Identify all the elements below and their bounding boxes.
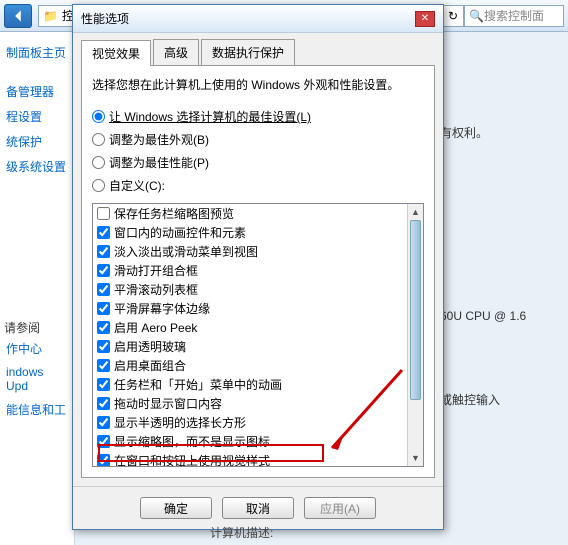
checklist-label: 启用 Aero Peek: [114, 319, 197, 336]
checklist-label: 保存任务栏缩略图预览: [114, 205, 234, 222]
sidebar-item[interactable]: 程设置: [4, 104, 70, 129]
related-title: 请参阅: [4, 321, 40, 335]
effects-checklist[interactable]: 保存任务栏缩略图预览窗口内的动画控件和元素淡入淡出或滑动菜单到视图滑动打开组合框…: [92, 203, 424, 467]
dialog-buttons: 确定 取消 应用(A): [73, 486, 443, 529]
checklist-label: 平滑滚动列表框: [114, 281, 198, 298]
checkbox[interactable]: [97, 397, 110, 410]
checkbox[interactable]: [97, 454, 110, 467]
ok-button[interactable]: 确定: [140, 497, 212, 519]
scroll-thumb[interactable]: [410, 220, 421, 400]
checkbox[interactable]: [97, 245, 110, 258]
checklist-label: 在窗口和按钮上使用视觉样式: [114, 452, 270, 467]
checkbox[interactable]: [97, 359, 110, 372]
cancel-button[interactable]: 取消: [222, 497, 294, 519]
checklist-item[interactable]: 启用桌面组合: [93, 356, 423, 375]
sidebar: 制面板主页 备管理器 程设置 统保护 级系统设置 请参阅 作中心 indows …: [0, 32, 75, 545]
scroll-down-icon[interactable]: ▼: [408, 450, 423, 466]
checkbox[interactable]: [97, 378, 110, 391]
checklist-item[interactable]: 平滑滚动列表框: [93, 280, 423, 299]
checklist-item[interactable]: 拖动时显示窗口内容: [93, 394, 423, 413]
tab-strip: 视觉效果 高级 数据执行保护: [73, 33, 443, 65]
radio-let-windows[interactable]: 让 Windows 选择计算机的最佳设置(L): [92, 105, 424, 128]
scrollbar[interactable]: ▲ ▼: [407, 204, 423, 466]
radio-group: 让 Windows 选择计算机的最佳设置(L) 调整为最佳外观(B) 调整为最佳…: [92, 105, 424, 197]
checkbox[interactable]: [97, 283, 110, 296]
back-button[interactable]: [4, 4, 32, 28]
checkbox[interactable]: [97, 264, 110, 277]
cpu-text: 60U CPU @ 1.6: [440, 309, 526, 323]
sidebar-home[interactable]: 制面板主页: [4, 40, 70, 65]
checklist-item[interactable]: 窗口内的动画控件和元素: [93, 223, 423, 242]
checkbox[interactable]: [97, 435, 110, 448]
checkbox[interactable]: [97, 340, 110, 353]
refresh-button[interactable]: ↻: [442, 5, 464, 27]
checklist-item[interactable]: 显示缩略图，而不是显示图标: [93, 432, 423, 451]
checklist-label: 显示半透明的选择长方形: [114, 414, 246, 431]
scroll-up-icon[interactable]: ▲: [408, 204, 423, 220]
background-content: 有权利。 60U CPU @ 1.6 或触控输入: [440, 100, 526, 432]
tab-advanced[interactable]: 高级: [153, 39, 199, 65]
tab-dep[interactable]: 数据执行保护: [201, 39, 295, 65]
radio-best-performance[interactable]: 调整为最佳性能(P): [92, 151, 424, 174]
checklist-label: 滑动打开组合框: [114, 262, 198, 279]
apply-button[interactable]: 应用(A): [304, 497, 376, 519]
checklist-item[interactable]: 显示半透明的选择长方形: [93, 413, 423, 432]
sidebar-item[interactable]: 统保护: [4, 129, 70, 154]
sidebar-item[interactable]: 级系统设置: [4, 154, 70, 179]
touch-text: 或触控输入: [440, 391, 526, 408]
checklist-label: 拖动时显示窗口内容: [114, 395, 222, 412]
checkbox[interactable]: [97, 416, 110, 429]
description-text: 选择您想在此计算机上使用的 Windows 外观和性能设置。: [92, 76, 424, 93]
sidebar-related[interactable]: indows Upd: [4, 361, 70, 397]
search-input[interactable]: 🔍 搜索控制面: [464, 5, 564, 27]
checklist-item[interactable]: 启用透明玻璃: [93, 337, 423, 356]
close-button[interactable]: ✕: [415, 11, 435, 27]
dialog-titlebar[interactable]: 性能选项 ✕: [73, 5, 443, 33]
sidebar-related[interactable]: 能信息和工: [4, 397, 70, 422]
tab-content: 选择您想在此计算机上使用的 Windows 外观和性能设置。 让 Windows…: [81, 65, 435, 478]
checkbox[interactable]: [97, 226, 110, 239]
rights-text: 有权利。: [440, 124, 526, 141]
checklist-label: 显示缩略图，而不是显示图标: [114, 433, 270, 450]
folder-icon: 📁: [43, 9, 58, 23]
checklist-label: 平滑屏幕字体边缘: [114, 300, 210, 317]
checkbox[interactable]: [97, 302, 110, 315]
tab-visual-effects[interactable]: 视觉效果: [81, 40, 151, 66]
checkbox[interactable]: [97, 321, 110, 334]
checklist-label: 启用透明玻璃: [114, 338, 186, 355]
checklist-item[interactable]: 滑动打开组合框: [93, 261, 423, 280]
checklist-item[interactable]: 平滑屏幕字体边缘: [93, 299, 423, 318]
checklist-item[interactable]: 淡入淡出或滑动菜单到视图: [93, 242, 423, 261]
checklist-item[interactable]: 任务栏和「开始」菜单中的动画: [93, 375, 423, 394]
checklist-label: 任务栏和「开始」菜单中的动画: [114, 376, 282, 393]
performance-options-dialog: 性能选项 ✕ 视觉效果 高级 数据执行保护 选择您想在此计算机上使用的 Wind…: [72, 4, 444, 530]
sidebar-item[interactable]: 备管理器: [4, 79, 70, 104]
radio-custom[interactable]: 自定义(C):: [92, 174, 424, 197]
sidebar-related[interactable]: 作中心: [4, 336, 70, 361]
dialog-title: 性能选项: [81, 10, 129, 27]
radio-best-appearance[interactable]: 调整为最佳外观(B): [92, 128, 424, 151]
checkbox[interactable]: [97, 207, 110, 220]
system-description-label: 计算机描述:: [210, 524, 273, 541]
checklist-item[interactable]: 保存任务栏缩略图预览: [93, 204, 423, 223]
checklist-label: 淡入淡出或滑动菜单到视图: [114, 243, 258, 260]
checklist-item[interactable]: 启用 Aero Peek: [93, 318, 423, 337]
checklist-item[interactable]: 在窗口和按钮上使用视觉样式: [93, 451, 423, 467]
checklist-label: 窗口内的动画控件和元素: [114, 224, 246, 241]
checklist-label: 启用桌面组合: [114, 357, 186, 374]
